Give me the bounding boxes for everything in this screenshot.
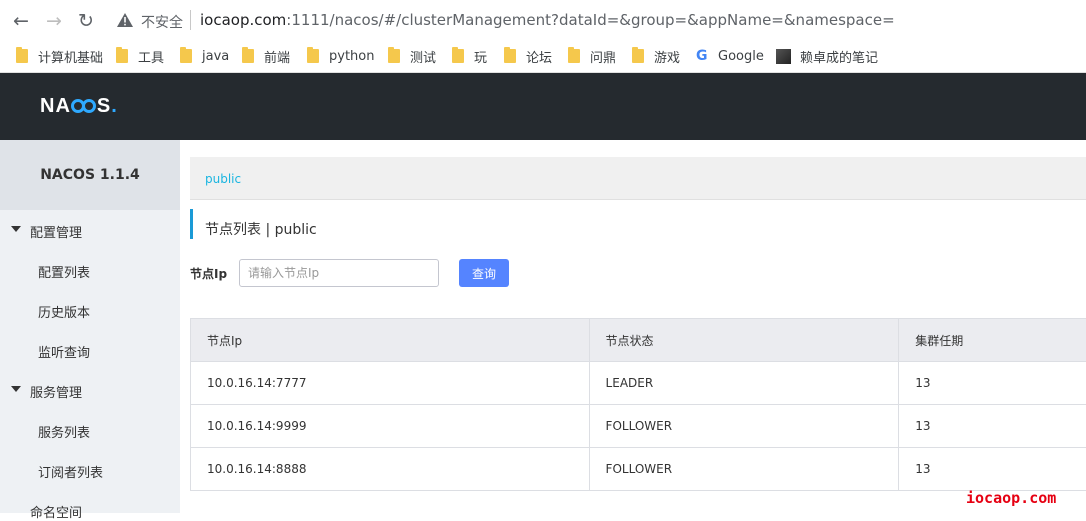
table-row: 10.0.16.14:9999 FOLLOWER 13 <box>191 405 1086 448</box>
namespace-link-public[interactable]: public <box>205 172 241 186</box>
bookmark-item[interactable]: 论坛 <box>504 47 553 66</box>
back-arrow-icon[interactable]: ← <box>11 11 31 31</box>
sidebar-item-config-list[interactable]: 配置列表 <box>38 262 90 281</box>
bookmark-item[interactable]: G Google <box>696 48 764 64</box>
watermark: iocaop.com <box>966 489 1057 507</box>
bookmark-item[interactable]: 前端 <box>242 47 291 66</box>
menu-group-service[interactable]: 服务管理 <box>0 380 180 401</box>
namespace-bar: public <box>190 157 1086 200</box>
folder-icon <box>504 47 516 63</box>
cell-node-state: LEADER <box>590 362 900 404</box>
bookmark-label: python <box>329 48 375 64</box>
bookmark-label: java <box>202 48 230 64</box>
cell-node-ip: 10.0.16.14:8888 <box>191 448 590 490</box>
nacos-logo[interactable]: NA S. <box>40 95 118 118</box>
query-button[interactable]: 查询 <box>459 259 509 287</box>
folder-icon <box>568 47 580 63</box>
url-separator <box>190 10 191 30</box>
bookmark-item[interactable]: 测试 <box>388 47 437 66</box>
avatar-icon <box>776 48 791 64</box>
bookmark-label: 前端 <box>264 50 291 66</box>
bookmark-item[interactable]: 游戏 <box>632 47 681 66</box>
column-header-node-state: 节点状态 <box>590 319 900 361</box>
folder-icon <box>16 47 28 63</box>
bookmark-item[interactable]: 工具 <box>116 47 165 66</box>
app-header <box>0 73 1086 140</box>
menu-group-label: 服务管理 <box>30 386 83 401</box>
bookmark-label: 计算机基础 <box>38 50 104 66</box>
folder-icon <box>242 47 254 63</box>
table-row: 10.0.16.14:7777 LEADER 13 <box>191 362 1086 405</box>
column-header-node-ip: 节点Ip <box>191 319 590 361</box>
browser-address-bar: ← → ↻ 不安全 iocaop.com:1111/nacos/#/cluste… <box>0 0 1086 40</box>
caret-down-icon <box>11 226 21 232</box>
bookmark-item[interactable]: 玩 <box>452 47 488 66</box>
cluster-node-table: 节点Ip 节点状态 集群任期 10.0.16.14:7777 LEADER 13… <box>190 318 1086 491</box>
url-host: iocaop.com <box>200 11 287 29</box>
folder-icon <box>116 47 128 63</box>
reload-icon[interactable]: ↻ <box>76 11 96 31</box>
warning-icon[interactable] <box>116 12 134 28</box>
sidebar-item-listener-query[interactable]: 监听查询 <box>38 342 90 361</box>
bookmark-item[interactable]: 赖卓成的笔记 <box>776 48 879 66</box>
cell-node-ip: 10.0.16.14:7777 <box>191 362 590 404</box>
bookmark-item[interactable]: 计算机基础 <box>16 47 104 66</box>
url-field[interactable]: iocaop.com:1111/nacos/#/clusterManagemen… <box>200 11 895 29</box>
cell-cluster-term: 13 <box>915 462 931 476</box>
cell-cluster-term: 13 <box>915 419 931 433</box>
folder-icon <box>180 47 192 63</box>
bookmark-item[interactable]: python <box>307 47 375 64</box>
url-path: :1111/nacos/#/clusterManagement?dataId=&… <box>286 11 895 29</box>
bookmark-item[interactable]: java <box>180 47 230 64</box>
sidebar-item-history[interactable]: 历史版本 <box>38 302 90 321</box>
version-label: NACOS 1.1.4 <box>0 140 180 210</box>
menu-group-label: 命名空间 <box>30 506 83 521</box>
sidebar-item-service-list[interactable]: 服务列表 <box>38 422 90 441</box>
bookmark-item[interactable]: 问鼎 <box>568 47 617 66</box>
page-title: 节点列表 | public <box>205 222 317 238</box>
cell-cluster-term: 13 <box>915 376 931 390</box>
bookmark-label: 测试 <box>410 50 437 66</box>
table-header-row: 节点Ip 节点状态 集群任期 <box>191 319 1086 362</box>
caret-down-icon <box>11 386 21 392</box>
folder-icon <box>632 47 644 63</box>
menu-group-namespace[interactable]: 命名空间 <box>0 500 180 521</box>
menu-group-config[interactable]: 配置管理 <box>0 220 180 241</box>
menu-group-label: 配置管理 <box>30 226 83 241</box>
search-label: 节点Ip <box>190 267 228 281</box>
bookmark-label: 问鼎 <box>590 50 617 66</box>
forward-arrow-icon[interactable]: → <box>44 11 64 31</box>
google-icon: G <box>696 48 708 64</box>
sidebar-item-subscribers[interactable]: 订阅者列表 <box>38 462 103 481</box>
logo-rings-icon <box>70 99 97 113</box>
bookmark-label: 工具 <box>138 50 165 66</box>
bookmark-label: Google <box>718 48 764 64</box>
page-title-block: 节点列表 | public <box>190 209 317 239</box>
folder-icon <box>388 47 400 63</box>
bookmark-label: 游戏 <box>654 50 681 66</box>
bookmark-label: 赖卓成的笔记 <box>800 50 879 66</box>
column-header-cluster-term: 集群任期 <box>915 333 964 348</box>
cell-node-state: FOLLOWER <box>590 405 900 447</box>
node-ip-input[interactable] <box>239 259 439 287</box>
cell-node-ip: 10.0.16.14:9999 <box>191 405 590 447</box>
table-row: 10.0.16.14:8888 FOLLOWER 13 <box>191 448 1086 490</box>
sidebar: NACOS 1.1.4 配置管理 配置列表 历史版本 监听查询 服务管理 服务列… <box>0 140 180 521</box>
bookmark-label: 玩 <box>474 50 488 66</box>
bookmarks-bar: 计算机基础 工具 java 前端 python 测试 玩 论坛 问鼎 游戏 GG… <box>0 40 1086 73</box>
bookmark-label: 论坛 <box>526 50 553 66</box>
cell-node-state: FOLLOWER <box>590 448 900 490</box>
folder-icon <box>452 47 464 63</box>
security-label[interactable]: 不安全 <box>141 12 183 32</box>
folder-icon <box>307 47 319 63</box>
